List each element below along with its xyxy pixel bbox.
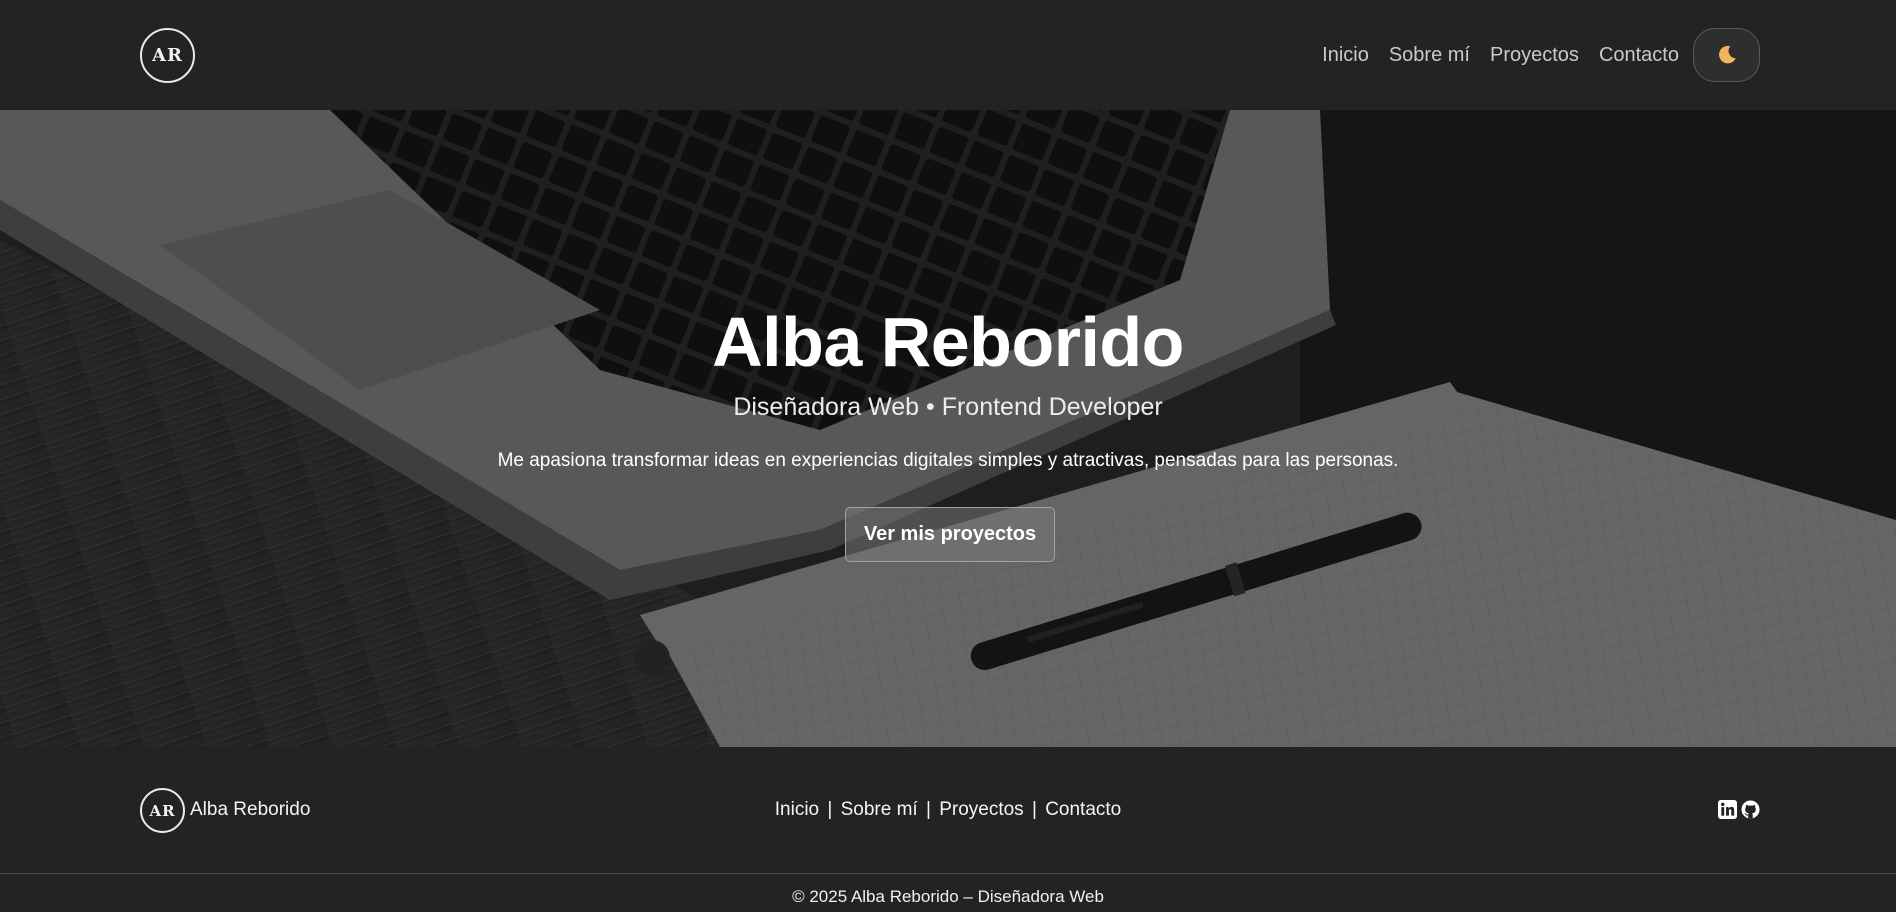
linkedin-icon[interactable] <box>1718 800 1737 819</box>
footer-link-contacto[interactable]: Contacto <box>1045 799 1121 820</box>
hero-description: Me apasiona transformar ideas en experie… <box>497 450 1399 471</box>
site-header: AR Inicio Sobre mí Proyectos Contacto <box>0 0 1896 110</box>
github-icon[interactable] <box>1741 800 1760 819</box>
hero-content: Alba Reborido Diseñadora Web • Frontend … <box>0 110 1896 747</box>
nav-link-sobre-mi[interactable]: Sobre mí <box>1389 44 1470 67</box>
footer-divider <box>0 873 1896 874</box>
moon-icon <box>1718 45 1736 64</box>
nav-link-contacto[interactable]: Contacto <box>1599 44 1679 67</box>
main-nav: Inicio Sobre mí Proyectos Contacto <box>1322 0 1679 110</box>
logo[interactable]: AR <box>140 28 195 83</box>
theme-toggle-button[interactable] <box>1693 28 1760 82</box>
social-links <box>1718 800 1760 819</box>
footer-link-inicio[interactable]: Inicio <box>775 799 819 820</box>
hero-subtitle: Diseñadora Web • Frontend Developer <box>733 393 1163 421</box>
footer-nav: Inicio | Sobre mí | Proyectos | Contacto <box>0 799 1896 821</box>
hero-section: Alba Reborido Diseñadora Web • Frontend … <box>0 110 1896 747</box>
nav-link-proyectos[interactable]: Proyectos <box>1490 44 1579 67</box>
footer-nav-separator: | <box>925 799 931 820</box>
footer-link-sobre-mi[interactable]: Sobre mí <box>841 799 918 820</box>
nav-link-inicio[interactable]: Inicio <box>1322 44 1369 67</box>
footer-nav-separator: | <box>827 799 833 820</box>
footer-link-proyectos[interactable]: Proyectos <box>939 799 1023 820</box>
footer-nav-separator: | <box>1031 799 1037 820</box>
view-projects-button[interactable]: Ver mis proyectos <box>845 507 1055 562</box>
copyright-text: © 2025 Alba Reborido – Diseñadora Web <box>792 887 1104 906</box>
hero-title: Alba Reborido <box>712 303 1184 381</box>
site-footer: AR Alba Reborido Inicio | Sobre mí | Pro… <box>0 747 1896 912</box>
